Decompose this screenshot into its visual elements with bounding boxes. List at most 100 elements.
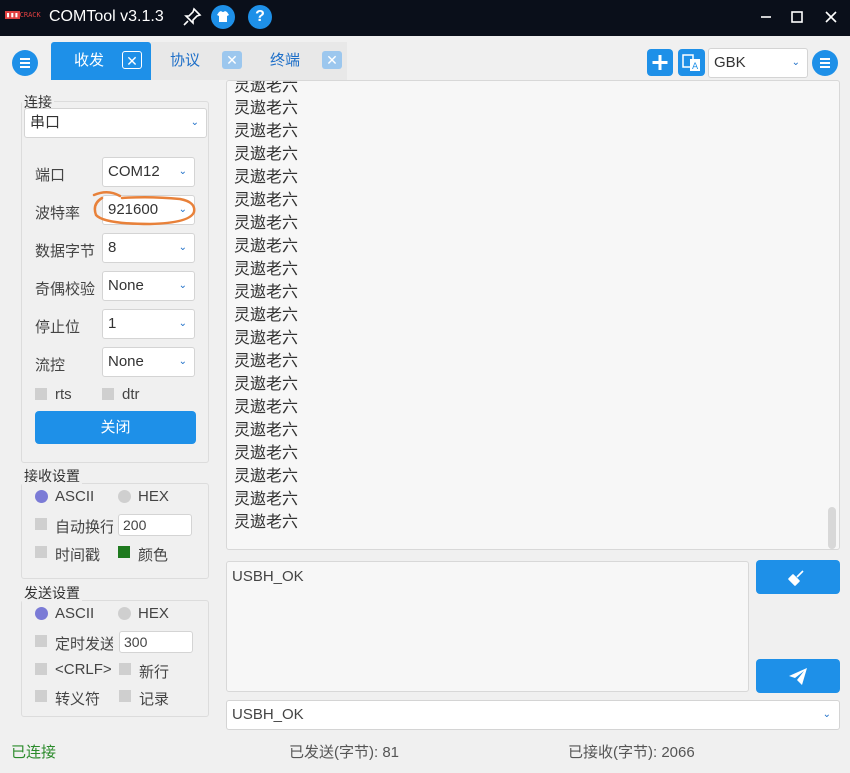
- chevron-down-icon: ⌄: [178, 204, 187, 215]
- flow-label: 流控: [35, 357, 66, 374]
- stopbits-value: 1: [108, 315, 117, 332]
- timed-send-input[interactable]: 300: [119, 631, 193, 653]
- translate-icon[interactable]: A: [678, 49, 705, 76]
- timed-send-label: 定时发送: [55, 636, 113, 653]
- auto-newline-label: 自动换行: [55, 519, 113, 536]
- stopbits-select[interactable]: 1 ⌄: [102, 309, 195, 339]
- receive-line: 灵遨老六: [234, 353, 299, 370]
- tab-label: 终端: [270, 52, 301, 69]
- databits-select[interactable]: 8 ⌄: [102, 233, 195, 263]
- clear-icon: [788, 570, 804, 586]
- settings-menu-icon[interactable]: [812, 50, 838, 76]
- title-bar: ▮▮▮CRACK COMTool v3.1.3 ?: [0, 0, 850, 36]
- logo-text: CRACK: [19, 11, 41, 19]
- parity-select[interactable]: None ⌄: [102, 271, 195, 301]
- tab-label: 收发: [74, 52, 105, 69]
- receive-line: 灵遨老六: [234, 261, 299, 278]
- color-label: 颜色: [138, 547, 169, 564]
- receive-line: 灵遨老六: [234, 169, 299, 186]
- receive-line: 灵遨老六: [234, 376, 299, 393]
- port-label: 端口: [35, 167, 66, 184]
- escape-label: 转义符: [55, 691, 101, 708]
- chevron-down-icon: ⌄: [178, 318, 187, 329]
- tab-label: 协议: [170, 52, 201, 69]
- receive-line: 灵遨老六: [234, 238, 299, 255]
- parity-label: 奇偶校验: [35, 281, 96, 298]
- chevron-down-icon: ⌄: [791, 57, 800, 68]
- received-bytes: 已接收(字节): 2066: [568, 744, 695, 761]
- databits-label: 数据字节: [35, 243, 96, 260]
- dtr-label: dtr: [122, 386, 140, 403]
- receive-textarea[interactable]: 灵遨老六 灵遨老六 灵遨老六 灵遨老六 灵遨老六 灵遨老六 灵遨老六 灵遨老六 …: [226, 80, 840, 550]
- maximize-icon[interactable]: [782, 6, 812, 28]
- receive-settings-title: 接收设置: [22, 466, 82, 486]
- send-hex-label: HEX: [138, 605, 169, 622]
- crlf-checkbox[interactable]: [35, 663, 47, 675]
- port-select[interactable]: COM12 ⌄: [102, 157, 195, 187]
- timestamp-label: 时间戳: [55, 547, 101, 564]
- chevron-down-icon: ⌄: [178, 280, 187, 291]
- flow-select[interactable]: None ⌄: [102, 347, 195, 377]
- recv-ascii-label: ASCII: [55, 488, 95, 505]
- send-button[interactable]: [756, 659, 840, 693]
- receive-line: 灵遨老六: [234, 192, 299, 209]
- port-value: COM12: [108, 163, 160, 180]
- receive-line: 灵遨老六: [234, 330, 299, 347]
- timed-send-checkbox[interactable]: [35, 635, 47, 647]
- receive-line: 灵遨老六: [234, 146, 299, 163]
- tab-close-icon[interactable]: ✕: [322, 51, 342, 69]
- receive-line: 灵遨老六: [234, 514, 299, 531]
- help-icon[interactable]: ?: [248, 5, 272, 29]
- receive-line: 灵遨老六: [234, 399, 299, 416]
- baud-select[interactable]: 921600 ⌄: [102, 195, 195, 225]
- auto-newline-input[interactable]: 200: [118, 514, 192, 536]
- auto-newline-checkbox[interactable]: [35, 518, 47, 530]
- send-settings-group: [21, 600, 209, 717]
- skin-icon[interactable]: [211, 5, 235, 29]
- send-hex-radio[interactable]: [118, 607, 131, 620]
- receive-line: 灵遨老六: [234, 422, 299, 439]
- tab-close-icon[interactable]: ✕: [122, 51, 142, 69]
- encoding-select[interactable]: GBK ⌄: [708, 48, 808, 78]
- escape-checkbox[interactable]: [35, 690, 47, 702]
- chevron-down-icon: ⌄: [178, 166, 187, 177]
- connection-type-value: 串口: [30, 114, 61, 131]
- pin-icon[interactable]: [182, 7, 202, 27]
- add-icon[interactable]: [647, 49, 673, 76]
- stopbits-label: 停止位: [35, 319, 81, 336]
- dtr-checkbox[interactable]: [102, 388, 114, 400]
- recv-hex-radio[interactable]: [118, 490, 131, 503]
- close-port-button[interactable]: 关闭: [35, 411, 196, 444]
- tab-send-receive[interactable]: 收发 ✕: [51, 42, 151, 80]
- svg-text:A: A: [692, 62, 699, 72]
- receive-line: 灵遨老六: [234, 215, 299, 232]
- minimize-icon[interactable]: [751, 6, 781, 28]
- encoding-value: GBK: [714, 54, 746, 71]
- send-history-value: USBH_OK: [232, 706, 304, 723]
- receive-line: 灵遨老六: [234, 445, 299, 462]
- receive-line: 灵遨老六: [234, 491, 299, 508]
- record-checkbox[interactable]: [119, 690, 131, 702]
- color-checkbox[interactable]: [118, 546, 130, 558]
- receive-line: 灵遨老六: [234, 307, 299, 324]
- send-ascii-radio[interactable]: [35, 607, 48, 620]
- rts-checkbox[interactable]: [35, 388, 47, 400]
- send-history-select[interactable]: USBH_OK ⌄: [226, 700, 840, 730]
- app-logo: ▮▮▮CRACK: [5, 11, 41, 19]
- tab-terminal[interactable]: 终端 ✕: [248, 42, 347, 80]
- databits-value: 8: [108, 239, 117, 256]
- record-label: 记录: [139, 691, 170, 708]
- timestamp-checkbox[interactable]: [35, 546, 47, 558]
- newline-checkbox[interactable]: [119, 663, 131, 675]
- send-textarea[interactable]: USBH_OK: [226, 561, 749, 692]
- send-ascii-label: ASCII: [55, 605, 95, 622]
- close-icon[interactable]: [816, 6, 846, 28]
- recv-ascii-radio[interactable]: [35, 490, 48, 503]
- tab-close-icon[interactable]: ✕: [222, 51, 242, 69]
- connection-type-select[interactable]: 串口 ⌄: [24, 108, 207, 138]
- menu-icon[interactable]: [12, 50, 38, 76]
- receive-scrollbar[interactable]: [828, 507, 836, 549]
- tab-protocol[interactable]: 协议 ✕: [151, 42, 248, 80]
- clear-button[interactable]: [756, 560, 840, 594]
- chevron-down-icon: ⌄: [190, 117, 199, 128]
